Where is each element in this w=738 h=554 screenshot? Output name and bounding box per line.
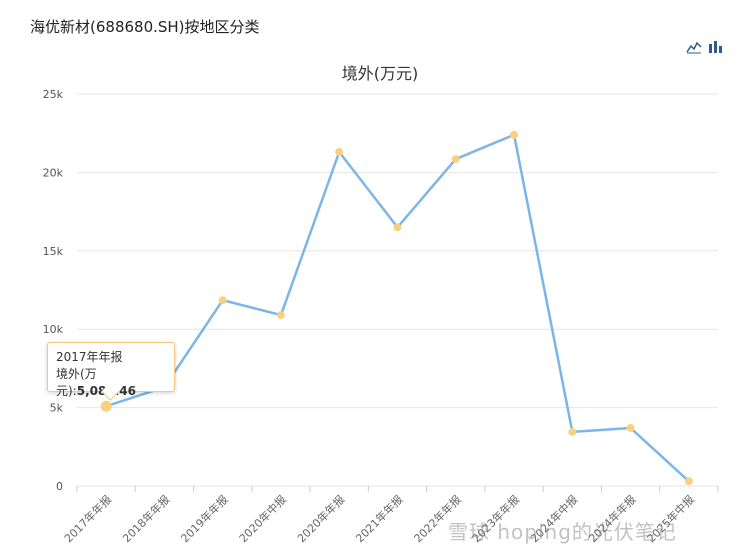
x-tick-label: 2020年中报: [236, 492, 289, 545]
series-line: [105, 133, 690, 483]
y-tick-label: 15k: [43, 245, 64, 258]
y-tick-label: 0: [56, 480, 63, 493]
data-point[interactable]: [568, 427, 577, 436]
chart-tooltip: 2017年年报 境外(万元):5,086.46: [47, 342, 175, 401]
line-chart: 境外(万元) 05k10k15k20k25k 2017年年报 2018年年报 201…: [43, 64, 719, 545]
data-point[interactable]: [276, 311, 285, 320]
y-tick-label: 5k: [50, 402, 64, 415]
chart-title: 境外(万元): [342, 64, 419, 83]
data-point[interactable]: [100, 400, 112, 412]
y-tick-label: 25k: [43, 88, 64, 101]
x-tick-label: 2020年年报: [294, 492, 347, 545]
data-point[interactable]: [626, 423, 635, 432]
x-tick-label: 2017年年报: [61, 492, 114, 545]
data-point[interactable]: [393, 223, 402, 232]
y-tick-label: 20k: [43, 166, 64, 179]
data-point[interactable]: [218, 296, 227, 305]
data-point[interactable]: [684, 477, 693, 486]
data-point[interactable]: [510, 130, 519, 139]
x-tick-label: 2019年年报: [178, 492, 231, 545]
x-tick-label: 2021年年报: [353, 492, 406, 545]
data-point[interactable]: [451, 155, 460, 164]
data-point[interactable]: [335, 148, 344, 157]
watermark: 雪球 hoping的光伏笔记: [448, 520, 677, 544]
y-tick-label: 10k: [43, 323, 64, 336]
x-tick-label: 2018年年报: [119, 492, 172, 545]
tooltip-category: 2017年年报: [56, 350, 123, 364]
